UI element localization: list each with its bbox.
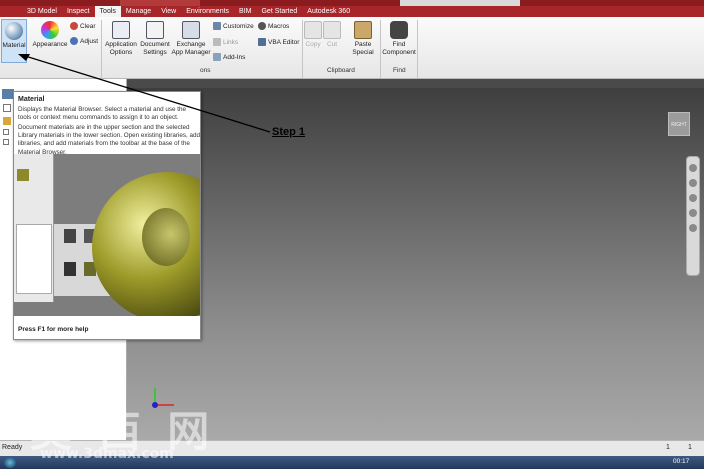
clock: 00:17	[673, 458, 690, 465]
step-annotation: Step 1	[272, 126, 306, 138]
status-count-2: 1	[688, 444, 692, 451]
status-text: Ready	[2, 444, 23, 451]
status-count-1: 1	[666, 444, 670, 451]
start-button[interactable]	[4, 457, 16, 468]
watermark-url: www.3dmax.com	[40, 446, 174, 462]
